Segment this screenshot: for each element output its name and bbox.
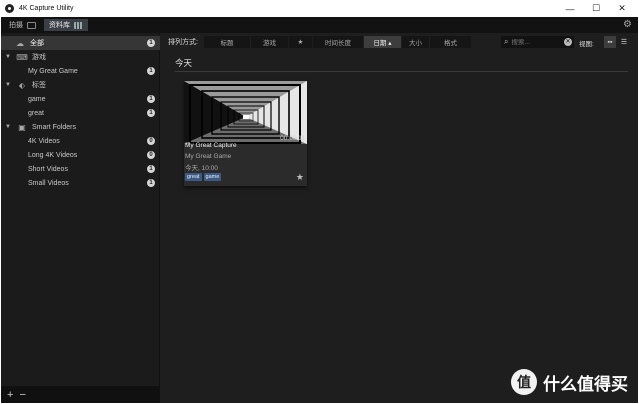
sort-size-button[interactable]: 大小	[401, 36, 429, 48]
tab-capture[interactable]: 拍摄	[4, 19, 41, 31]
window-title: 4K Capture Utility	[19, 5, 74, 12]
capture-game: My Great Game	[185, 153, 232, 160]
close-icon[interactable]: ✕	[609, 3, 635, 14]
gear-icon[interactable]: ⚙	[623, 19, 632, 30]
clear-icon[interactable]: ✕	[564, 38, 572, 46]
maximize-icon[interactable]: ☐	[583, 3, 609, 14]
capture-date: 今天, 10:00	[185, 165, 218, 172]
sidebar-group-label: 标签	[32, 82, 46, 89]
sidebar-item-label: Long 4K Videos	[28, 151, 78, 159]
count-badge: 0	[147, 137, 155, 145]
tab-capture-label: 拍摄	[9, 22, 23, 29]
sort-date-button[interactable]: 日期 ▴	[363, 36, 401, 48]
sidebar: ☁ 全部 1 ▼ ⌨ 游戏 My Great Game 1 ▼ ⬖ 标签 gam…	[1, 33, 160, 403]
sidebar-item-game[interactable]: My Great Game 1	[1, 64, 160, 78]
count-badge: 1	[147, 39, 155, 47]
sort-title-button[interactable]: 标题	[203, 36, 250, 48]
count-badge: 1	[147, 165, 155, 173]
search-input[interactable]	[511, 38, 558, 46]
tag-chip[interactable]: game	[203, 173, 222, 181]
count-badge: 1	[147, 179, 155, 187]
remove-folder-button[interactable]: −	[19, 389, 25, 401]
sidebar-item-smart-folder[interactable]: Small Videos 1	[1, 176, 160, 190]
grid-view-icon[interactable]: ▪▪	[604, 36, 616, 48]
cloud-icon: ☁	[16, 38, 24, 48]
chevron-down-icon[interactable]: ▼	[5, 82, 13, 88]
sidebar-group-smart-folders[interactable]: ▼ ▣ Smart Folders	[1, 120, 160, 134]
add-folder-button[interactable]: +	[7, 389, 13, 401]
sort-label: 排列方式:	[168, 39, 198, 46]
sidebar-item-label: 4K Videos	[28, 137, 60, 145]
chevron-down-icon[interactable]: ▼	[5, 54, 13, 60]
capture-tags: great game	[185, 173, 223, 181]
sidebar-group-games[interactable]: ▼ ⌨ 游戏	[1, 50, 160, 64]
tag-chip[interactable]: great	[185, 173, 202, 181]
window-controls: — ☐ ✕	[557, 0, 635, 17]
sort-duration-button[interactable]: 时间长度	[312, 36, 363, 48]
chevron-down-icon[interactable]: ▼	[5, 124, 13, 130]
tag-icon: ⬖	[18, 80, 26, 90]
library-content: 今天 00:00:11 My Great Capture My Great Ga…	[161, 51, 638, 403]
capture-thumbnail[interactable]: 00:00:11	[184, 81, 307, 144]
sidebar-item-label: great	[28, 109, 44, 117]
app-logo-icon	[5, 4, 14, 13]
watermark-logo: 值	[511, 369, 537, 395]
tab-library[interactable]: 资料库	[44, 19, 88, 31]
sidebar-item-label: Short Videos	[28, 165, 68, 173]
app-window: 拍摄 资料库 ⚙ ☁ 全部 1 ▼ ⌨ 游戏 My Great Game 1 ▼…	[1, 17, 638, 403]
capture-card[interactable]: 00:00:11 My Great Capture My Great Game …	[184, 81, 307, 186]
capture-duration: 00:00:11	[280, 135, 305, 142]
watermark: 值 什么值得买	[511, 369, 628, 395]
sort-format-button[interactable]: 格式	[429, 36, 471, 48]
sidebar-item-smart-folder[interactable]: 4K Videos 0	[1, 134, 160, 148]
sidebar-footer: + −	[1, 386, 160, 403]
smart-folder-icon: ▣	[18, 122, 26, 132]
star-icon[interactable]: ★	[296, 172, 304, 183]
window-titlebar: 4K Capture Utility — ☐ ✕	[0, 0, 639, 17]
view-label: 视图:	[579, 41, 594, 48]
search-box[interactable]: ⌕ ✕	[501, 36, 574, 48]
count-badge: 0	[147, 151, 155, 159]
sidebar-item-tag[interactable]: game 1	[1, 92, 160, 106]
sidebar-group-tags[interactable]: ▼ ⬖ 标签	[1, 78, 160, 92]
sidebar-item-label: 全部	[30, 40, 44, 47]
sidebar-item-label: Small Videos	[28, 179, 69, 187]
sort-game-button[interactable]: 游戏	[250, 36, 288, 48]
sidebar-item-label: My Great Game	[28, 67, 78, 75]
count-badge: 1	[147, 109, 155, 117]
section-title: 今天	[175, 58, 193, 68]
library-icon	[74, 21, 83, 29]
list-view-icon[interactable]: ☰	[618, 36, 630, 48]
count-badge: 1	[147, 67, 155, 75]
sidebar-group-label: Smart Folders	[32, 123, 76, 131]
capture-title: My Great Capture	[185, 142, 237, 149]
sidebar-item-tag[interactable]: great 1	[1, 106, 160, 120]
watermark-text: 什么值得买	[543, 374, 628, 394]
tab-bar: 拍摄 资料库 ⚙	[1, 17, 638, 33]
section-divider	[175, 71, 628, 72]
gamepad-icon: ⌨	[16, 52, 28, 62]
search-icon: ⌕	[504, 37, 509, 46]
sidebar-item-label: game	[28, 95, 46, 103]
library-toolbar: 排列方式: 标题 游戏 ★ 时间长度 日期 ▴ 大小 格式 ⌕ ✕ 视图: ▪▪…	[161, 33, 638, 51]
sidebar-item-all[interactable]: ☁ 全部 1	[1, 36, 160, 50]
tab-library-label: 资料库	[49, 22, 70, 29]
sort-rating-button[interactable]: ★	[288, 36, 312, 48]
sidebar-group-label: 游戏	[32, 54, 46, 61]
count-badge: 1	[147, 95, 155, 103]
capture-icon	[27, 21, 36, 29]
sidebar-item-smart-folder[interactable]: Short Videos 1	[1, 162, 160, 176]
minimize-icon[interactable]: —	[557, 4, 583, 14]
sidebar-item-smart-folder[interactable]: Long 4K Videos 0	[1, 148, 160, 162]
